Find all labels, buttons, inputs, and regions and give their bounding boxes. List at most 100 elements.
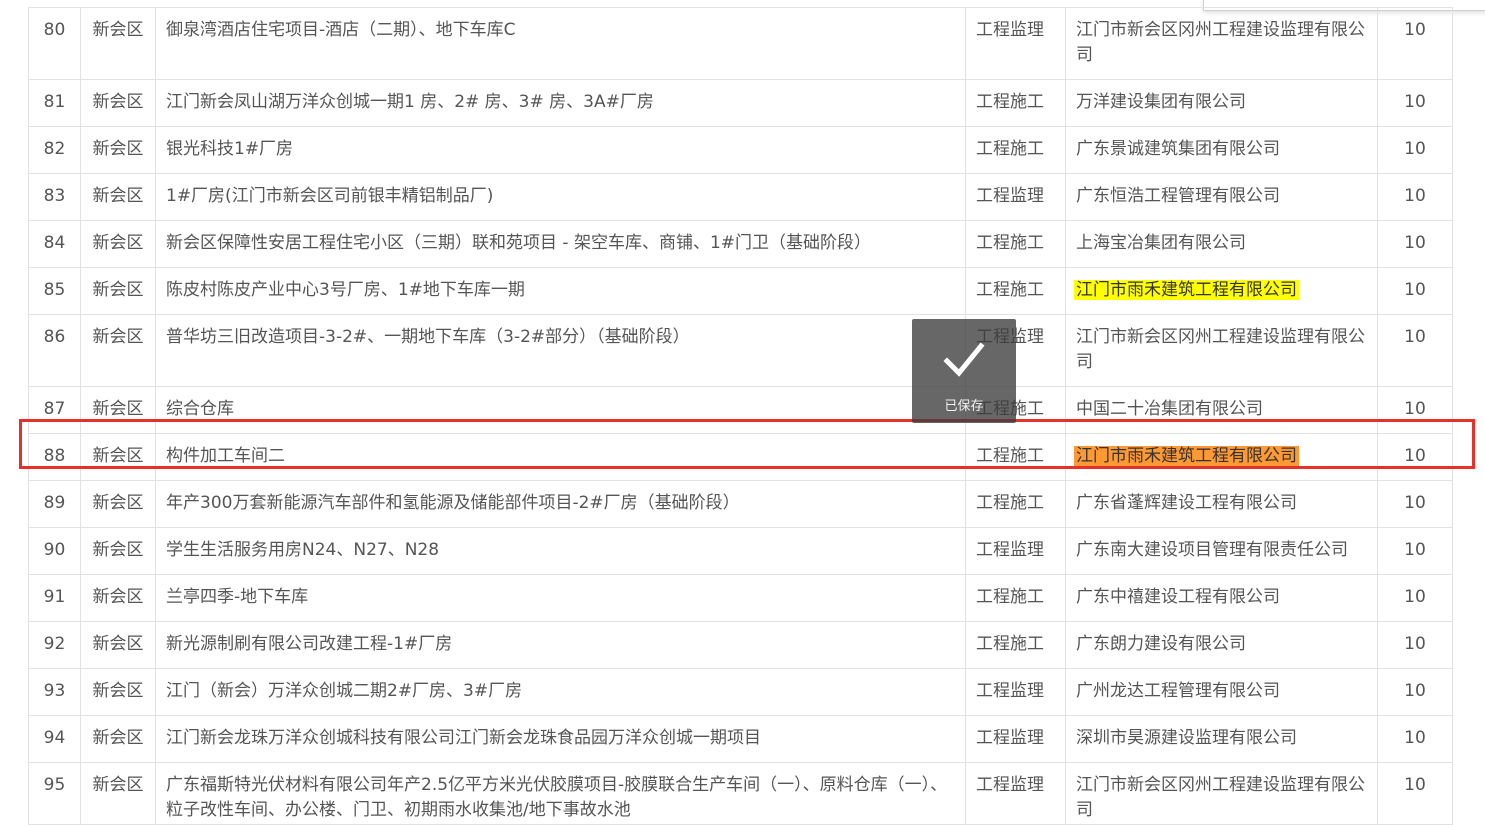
company-cell: 广东中禧建设工程有限公司 [1065, 574, 1378, 622]
company-cell: 万洋建设集团有限公司 [1065, 79, 1378, 127]
type-cell: 工程监理 [965, 762, 1066, 825]
row-number: 92 [28, 621, 81, 669]
score-cell: 10 [1377, 126, 1453, 174]
score-cell: 10 [1377, 173, 1453, 221]
district-cell: 新会区 [80, 668, 156, 716]
project-name-cell: 陈皮村陈皮产业中心3号厂房、1#地下车库一期 [155, 267, 966, 315]
table-row[interactable]: 86 新会区 普华坊三旧改造项目-3-2#、一期地下车库（3-2#部分）（基础阶… [28, 314, 1453, 387]
row-number: 82 [28, 126, 81, 174]
table-row[interactable]: 80 新会区 御泉湾酒店住宅项目-酒店（二期）、地下车库C 工程监理 江门市新会… [28, 7, 1453, 80]
row-number: 90 [28, 527, 81, 575]
row-number: 93 [28, 668, 81, 716]
score-cell: 10 [1377, 480, 1453, 528]
table-row[interactable]: 91 新会区 兰亭四季-地下车库 工程施工 广东中禧建设工程有限公司 10 [28, 574, 1453, 622]
table-row[interactable]: 82 新会区 银光科技1#厂房 工程施工 广东景诚建筑集团有限公司 10 [28, 126, 1453, 174]
district-cell: 新会区 [80, 79, 156, 127]
table-row-selected[interactable]: 88 新会区 构件加工车间二 工程施工 江门市雨禾建筑工程有限公司 10 [28, 433, 1453, 481]
type-cell: 工程施工 [965, 79, 1066, 127]
table-row[interactable]: 93 新会区 江门（新会）万洋众创城二期2#厂房、3#厂房 工程监理 广州龙达工… [28, 668, 1453, 716]
district-cell: 新会区 [80, 527, 156, 575]
project-name-cell: 学生生活服务用房N24、N27、N28 [155, 527, 966, 575]
table-row[interactable]: 87 新会区 综合仓库 工程施工 中国二十冶集团有限公司 10 [28, 386, 1453, 434]
score-cell: 10 [1377, 762, 1453, 825]
district-cell: 新会区 [80, 126, 156, 174]
company-cell: 广东景诚建筑集团有限公司 [1065, 126, 1378, 174]
district-cell: 新会区 [80, 267, 156, 315]
company-cell: 广东南大建设项目管理有限责任公司 [1065, 527, 1378, 575]
company-cell: 江门市雨禾建筑工程有限公司 [1065, 433, 1378, 481]
checkmark-icon [943, 342, 985, 377]
company-cell: 江门市新会区冈州工程建设监理有限公司 [1065, 314, 1378, 387]
company-cell: 深圳市昊源建设监理有限公司 [1065, 715, 1378, 763]
type-cell: 工程监理 [965, 173, 1066, 221]
project-name-cell: 年产300万套新能源汽车部件和氢能源及储能部件项目-2#厂房（基础阶段） [155, 480, 966, 528]
company-cell: 江门市新会区冈州工程建设监理有限公司 [1065, 7, 1378, 80]
district-cell: 新会区 [80, 480, 156, 528]
district-cell: 新会区 [80, 314, 156, 387]
company-cell: 广东朗力建设有限公司 [1065, 621, 1378, 669]
project-name-cell: 江门新会龙珠万洋众创城科技有限公司江门新会龙珠食品园万洋众创城一期项目 [155, 715, 966, 763]
score-cell: 10 [1377, 527, 1453, 575]
project-name-cell: 普华坊三旧改造项目-3-2#、一期地下车库（3-2#部分）（基础阶段） [155, 314, 966, 387]
project-name-cell: 兰亭四季-地下车库 [155, 574, 966, 622]
row-number: 94 [28, 715, 81, 763]
project-name-cell: 御泉湾酒店住宅项目-酒店（二期）、地下车库C [155, 7, 966, 80]
score-cell: 10 [1377, 574, 1453, 622]
row-number: 91 [28, 574, 81, 622]
table-row[interactable]: 90 新会区 学生生活服务用房N24、N27、N28 工程监理 广东南大建设项目… [28, 527, 1453, 575]
type-cell: 工程施工 [965, 220, 1066, 268]
type-cell: 工程施工 [965, 621, 1066, 669]
project-name-cell: 新会区保障性安居工程住宅小区（三期）联和苑项目 - 架空车库、商铺、1#门卫（基… [155, 220, 966, 268]
company-cell: 广州龙达工程管理有限公司 [1065, 668, 1378, 716]
score-cell: 10 [1377, 7, 1453, 80]
toast-message: 已保存 [944, 399, 984, 414]
row-number: 89 [28, 480, 81, 528]
type-cell: 工程施工 [965, 126, 1066, 174]
table-row[interactable]: 89 新会区 年产300万套新能源汽车部件和氢能源及储能部件项目-2#厂房（基础… [28, 480, 1453, 528]
project-name-cell: 广东福斯特光伏材料有限公司年产2.5亿平方米光伏胶膜项目-胶膜联合生产车间（一）… [155, 762, 966, 825]
district-cell: 新会区 [80, 386, 156, 434]
table-row[interactable]: 94 新会区 江门新会龙珠万洋众创城科技有限公司江门新会龙珠食品园万洋众创城一期… [28, 715, 1453, 763]
table-row[interactable]: 85 新会区 陈皮村陈皮产业中心3号厂房、1#地下车库一期 工程施工 江门市雨禾… [28, 267, 1453, 315]
project-name-cell: 新光源制刷有限公司改建工程-1#厂房 [155, 621, 966, 669]
score-cell: 10 [1377, 621, 1453, 669]
row-number: 87 [28, 386, 81, 434]
row-number: 80 [28, 7, 81, 80]
table-row[interactable]: 92 新会区 新光源制刷有限公司改建工程-1#厂房 工程施工 广东朗力建设有限公… [28, 621, 1453, 669]
district-cell: 新会区 [80, 574, 156, 622]
score-cell: 10 [1377, 267, 1453, 315]
project-name-cell: 1#厂房(江门市新会区司前银丰精铝制品厂) [155, 173, 966, 221]
row-number: 88 [28, 433, 81, 481]
district-cell: 新会区 [80, 7, 156, 80]
type-cell: 工程施工 [965, 480, 1066, 528]
project-name-cell: 江门新会凤山湖万洋众创城一期1 房、2# 房、3# 房、3A#厂房 [155, 79, 966, 127]
company-cell: 广东省蓬辉建设工程有限公司 [1065, 480, 1378, 528]
district-cell: 新会区 [80, 621, 156, 669]
table-row[interactable]: 95 新会区 广东福斯特光伏材料有限公司年产2.5亿平方米光伏胶膜项目-胶膜联合… [28, 762, 1453, 825]
score-cell: 10 [1377, 433, 1453, 481]
row-number: 84 [28, 220, 81, 268]
type-cell: 工程施工 [965, 433, 1066, 481]
saved-toast: 已保存 [912, 319, 1016, 423]
project-table: 80 新会区 御泉湾酒店住宅项目-酒店（二期）、地下车库C 工程监理 江门市新会… [28, 7, 1453, 825]
row-number: 95 [28, 762, 81, 825]
row-number: 81 [28, 79, 81, 127]
project-name-cell: 银光科技1#厂房 [155, 126, 966, 174]
score-cell: 10 [1377, 386, 1453, 434]
row-number: 86 [28, 314, 81, 387]
type-cell: 工程监理 [965, 715, 1066, 763]
district-cell: 新会区 [80, 173, 156, 221]
district-cell: 新会区 [80, 762, 156, 825]
company-cell: 江门市新会区冈州工程建设监理有限公司 [1065, 762, 1378, 825]
type-cell: 工程监理 [965, 668, 1066, 716]
score-cell: 10 [1377, 220, 1453, 268]
type-cell: 工程监理 [965, 7, 1066, 80]
type-cell: 工程监理 [965, 527, 1066, 575]
highlighted-company: 江门市雨禾建筑工程有限公司 [1074, 280, 1299, 300]
row-number: 83 [28, 173, 81, 221]
table-row[interactable]: 83 新会区 1#厂房(江门市新会区司前银丰精铝制品厂) 工程监理 广东恒浩工程… [28, 173, 1453, 221]
table-row[interactable]: 81 新会区 江门新会凤山湖万洋众创城一期1 房、2# 房、3# 房、3A#厂房… [28, 79, 1453, 127]
type-cell: 工程施工 [965, 574, 1066, 622]
table-row[interactable]: 84 新会区 新会区保障性安居工程住宅小区（三期）联和苑项目 - 架空车库、商铺… [28, 220, 1453, 268]
highlighted-company: 江门市雨禾建筑工程有限公司 [1074, 446, 1299, 466]
